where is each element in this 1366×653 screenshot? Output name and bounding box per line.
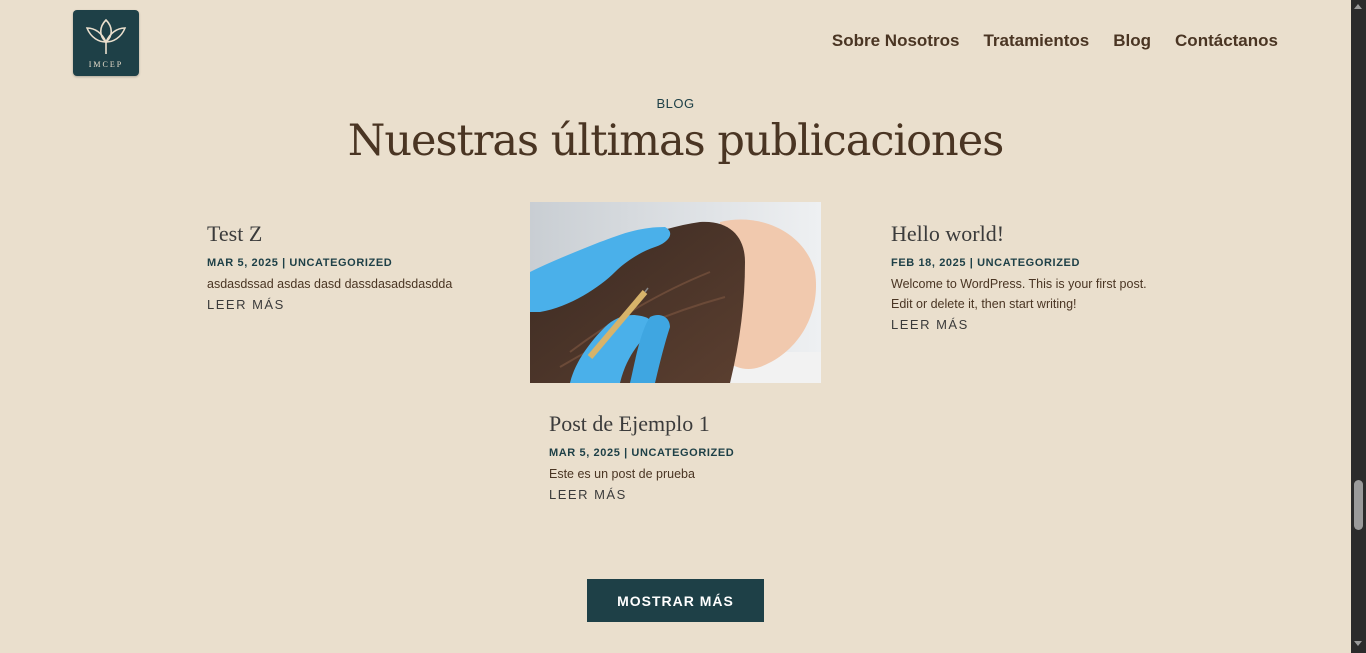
section-title: Nuestras últimas publicaciones (347, 116, 1005, 166)
post-card-ejemplo-1: Post de Ejemplo 1 MAR 5, 2025 | UNCATEGO… (549, 411, 829, 503)
post-card-hello-world: Hello world! FEB 18, 2025 | UNCATEGORIZE… (891, 221, 1151, 333)
section-eyebrow: BLOG (656, 96, 695, 111)
scroll-thumb[interactable] (1354, 480, 1363, 530)
post-meta: FEB 18, 2025 | UNCATEGORIZED (891, 257, 1080, 269)
nav-tratamientos[interactable]: Tratamientos (983, 31, 1089, 51)
logo[interactable]: IMCEP (73, 10, 139, 76)
read-more-link[interactable]: LEER MÁS (207, 297, 285, 312)
nav-sobre-nosotros[interactable]: Sobre Nosotros (832, 31, 960, 51)
post-meta: MAR 5, 2025 | UNCATEGORIZED (549, 447, 735, 459)
scalp-treatment-photo (530, 202, 821, 383)
read-more-link[interactable]: LEER MÁS (549, 487, 627, 502)
post-title[interactable]: Test Z (207, 221, 507, 247)
scroll-down-arrow-icon[interactable] (1354, 641, 1362, 646)
post-title[interactable]: Post de Ejemplo 1 (549, 411, 829, 437)
post-excerpt: Welcome to WordPress. This is your first… (891, 277, 1147, 311)
read-more-link[interactable]: LEER MÁS (891, 317, 969, 332)
post-excerpt: Este es un post de prueba (549, 467, 695, 481)
logo-text: IMCEP (88, 60, 124, 69)
scroll-up-arrow-icon[interactable] (1354, 4, 1362, 9)
lotus-icon (85, 18, 127, 54)
main-nav: Sobre Nosotros Tratamientos Blog Contáct… (832, 31, 1278, 51)
nav-contactanos[interactable]: Contáctanos (1175, 31, 1278, 51)
post-thumbnail-image[interactable] (530, 202, 821, 383)
show-more-button[interactable]: MOSTRAR MÁS (587, 579, 764, 622)
post-meta: MAR 5, 2025 | UNCATEGORIZED (207, 257, 393, 269)
post-title[interactable]: Hello world! (891, 221, 1151, 247)
nav-blog[interactable]: Blog (1113, 31, 1151, 51)
post-card-test-z: Test Z MAR 5, 2025 | UNCATEGORIZED asdas… (207, 221, 507, 313)
page: IMCEP Sobre Nosotros Tratamientos Blog C… (0, 0, 1351, 653)
vertical-scrollbar[interactable] (1351, 0, 1366, 653)
post-excerpt: asdasdssad asdas dasd dassdasadsdasdda (207, 277, 453, 291)
